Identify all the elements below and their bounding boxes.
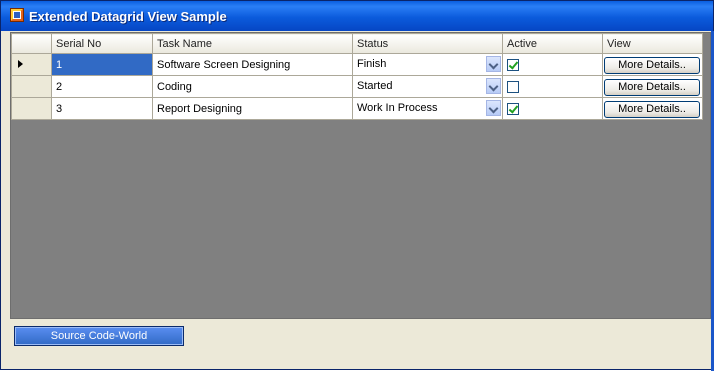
status-value: Started (357, 80, 393, 92)
column-header-status[interactable]: Status (352, 33, 503, 54)
status-value: Finish (357, 58, 387, 70)
app-window: Extended Datagrid View Sample Serial No … (0, 0, 714, 371)
more-details-button[interactable]: More Details.. (604, 100, 700, 118)
chevron-down-icon[interactable] (486, 100, 501, 116)
row-header-corner (11, 33, 52, 54)
current-row-arrow-icon (18, 59, 23, 68)
active-cell (502, 97, 603, 120)
column-header-active[interactable]: Active (502, 33, 603, 54)
status-cell[interactable]: Work In Process (352, 97, 503, 120)
more-details-button[interactable]: More Details.. (604, 56, 700, 74)
window-title: Extended Datagrid View Sample (29, 9, 227, 24)
view-cell: More Details.. (602, 75, 703, 98)
column-header-task[interactable]: Task Name (152, 33, 353, 54)
view-cell: More Details.. (602, 53, 703, 76)
app-icon (10, 8, 24, 22)
active-checkbox[interactable] (507, 58, 519, 71)
status-cell[interactable]: Finish (352, 53, 503, 76)
row-header[interactable] (11, 75, 52, 98)
serial-cell[interactable]: 3 (51, 97, 153, 120)
serial-cell[interactable]: 1 (51, 53, 153, 76)
header-row: Serial No Task Name Status Active View (11, 33, 703, 54)
table-row[interactable]: 1 Software Screen Designing Finish More Det… (11, 53, 703, 76)
active-checkbox[interactable] (507, 80, 519, 93)
task-cell[interactable]: Coding (152, 75, 353, 98)
task-cell[interactable]: Report Designing (152, 97, 353, 120)
chevron-down-icon[interactable] (486, 78, 501, 94)
column-header-serial[interactable]: Serial No (51, 33, 153, 54)
source-code-button[interactable]: Source Code-World (14, 326, 184, 346)
row-header[interactable] (11, 97, 52, 120)
table-row[interactable]: 3 Report Designing Work In Process More Det… (11, 97, 703, 120)
serial-cell[interactable]: 2 (51, 75, 153, 98)
chevron-down-icon[interactable] (486, 56, 501, 72)
datagrid-table: Serial No Task Name Status Active View 1… (11, 33, 703, 120)
task-cell[interactable]: Software Screen Designing (152, 53, 353, 76)
row-header[interactable] (11, 53, 52, 76)
column-header-view[interactable]: View (602, 33, 703, 54)
status-value: Work In Process (357, 102, 438, 114)
status-cell[interactable]: Started (352, 75, 503, 98)
active-cell (502, 75, 603, 98)
more-details-button[interactable]: More Details.. (604, 78, 700, 96)
active-cell (502, 53, 603, 76)
table-row[interactable]: 2 Coding Started More Details.. (11, 75, 703, 98)
datagrid[interactable]: Serial No Task Name Status Active View 1… (10, 32, 711, 319)
view-cell: More Details.. (602, 97, 703, 120)
title-bar[interactable]: Extended Datagrid View Sample (1, 1, 713, 31)
active-checkbox[interactable] (507, 102, 519, 115)
